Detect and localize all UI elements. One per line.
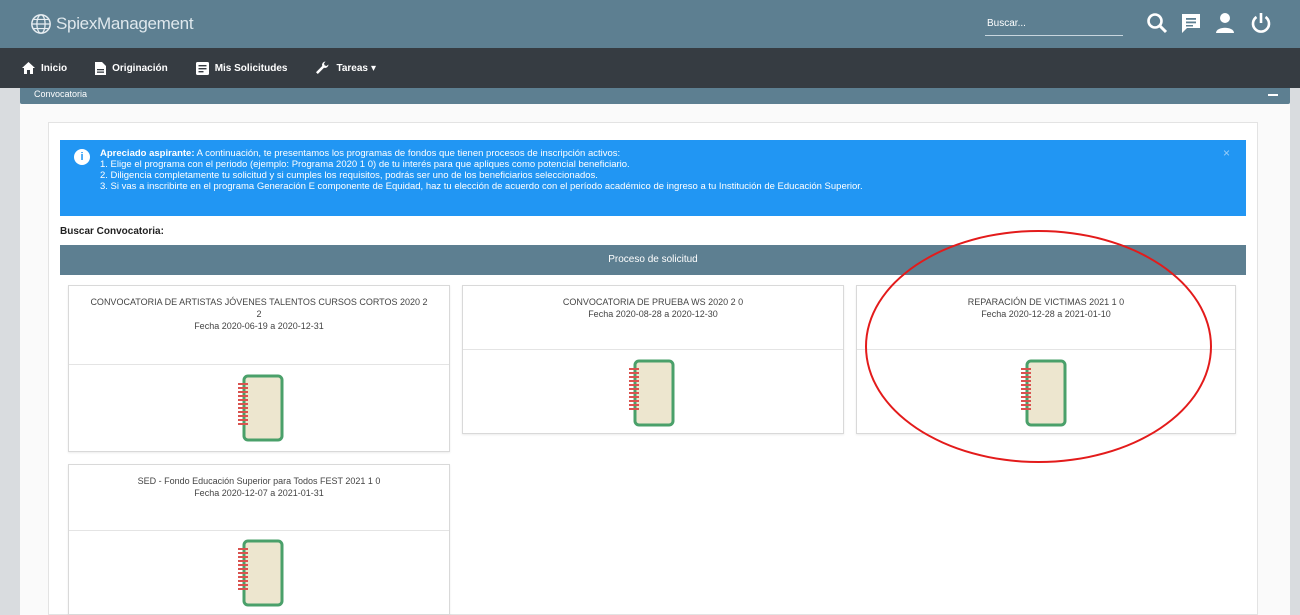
card-date: Fecha 2020-12-07 a 2021-01-31 [194,488,324,498]
card-date: Fecha 2020-08-28 a 2020-12-30 [588,309,718,319]
globe-icon [31,14,51,34]
notebook-icon [238,374,284,442]
notebook-icon [1021,359,1067,427]
document-icon [95,61,107,75]
search-label: Buscar Convocatoria: [60,226,164,237]
card-title: REPARACIÓN DE VICTIMAS 2021 1 0 [967,297,1125,307]
convocatoria-card[interactable]: CONVOCATORIA DE ARTISTAS JÓVENES TALENTO… [68,285,450,452]
alert-intro: A continuación, te presentamos los progr… [196,148,621,159]
message-icon[interactable] [1178,10,1204,36]
power-icon[interactable] [1248,10,1274,36]
alert-lead: Apreciado aspirante: [100,148,195,159]
brand-name: SpiexManagement [56,14,194,33]
top-header: SpiexManagement [0,0,1300,48]
nav-item-tareas[interactable]: Tareas ▾ [315,61,376,75]
alert-line-1: 1. Elige el programa con el periodo (eje… [100,159,630,170]
info-alert: i × Apreciado aspirante: A continuación,… [60,140,1246,216]
alert-line-3: 3. Si vas a inscribirte en el programa G… [100,181,863,192]
chevron-down-icon: ▾ [371,62,377,74]
card-date: Fecha 2020-06-19 a 2020-12-31 [194,321,324,331]
alert-line-2: 2. Diligencia completamente tu solicitud… [100,170,598,181]
home-icon [22,62,35,74]
brand-logo[interactable]: SpiexManagement [30,13,194,35]
card-divider [69,530,449,531]
card-divider [69,364,449,365]
card-title: CONVOCATORIA DE ARTISTAS JÓVENES TALENTO… [90,297,428,319]
search-box[interactable] [985,12,1123,36]
page-gutter-left [0,88,20,615]
card-date: Fecha 2020-12-28 a 2021-01-10 [981,309,1111,319]
main-navbar: Inicio Originación Mis Solicitudes Tarea… [0,48,1300,88]
nav-label: Inicio [41,62,68,74]
alert-intro-line: Apreciado aspirante: A continuación, te … [100,148,1236,159]
wrench-icon [316,61,329,74]
section-header: Proceso de solicitud [60,245,1246,275]
info-icon: i [74,149,90,165]
close-icon[interactable]: × [1223,147,1230,159]
search-input[interactable] [985,12,1123,34]
card-title: CONVOCATORIA DE PRUEBA WS 2020 2 0 [562,297,744,307]
panel-header[interactable]: Convocatoria [20,88,1290,104]
nav-item-inicio[interactable]: Inicio [22,62,67,74]
nav-item-mis-solicitudes[interactable]: Mis Solicitudes [195,61,288,75]
card-title: SED - Fondo Educación Superior para Todo… [137,476,381,486]
notebook-icon [629,359,675,427]
card-divider [857,349,1235,350]
page-gutter-right [1290,88,1300,615]
nav-item-originacion[interactable]: Originación [95,61,168,75]
convocatoria-card[interactable]: CONVOCATORIA DE PRUEBA WS 2020 2 0 Fecha… [462,285,844,434]
nav-label: Tareas [336,62,368,74]
user-icon[interactable] [1212,10,1238,36]
nav-label: Originación [112,62,168,74]
card-divider [463,349,843,350]
convocatoria-card[interactable]: REPARACIÓN DE VICTIMAS 2021 1 0 Fecha 20… [856,285,1236,434]
minimize-icon[interactable] [1268,94,1278,96]
form-icon [195,61,209,75]
panel-title: Convocatoria [34,89,88,99]
nav-label: Mis Solicitudes [214,62,288,74]
search-icon[interactable] [1144,10,1170,36]
convocatoria-card[interactable]: SED - Fondo Educación Superior para Todo… [68,464,450,615]
notebook-icon [238,539,284,607]
